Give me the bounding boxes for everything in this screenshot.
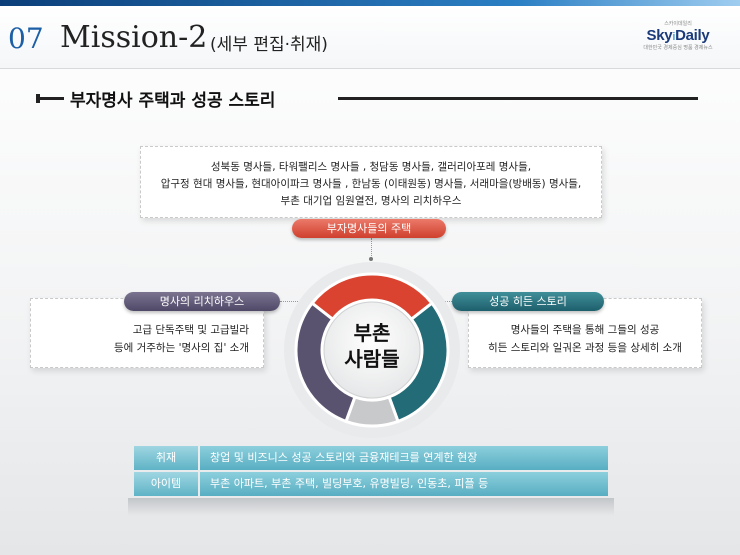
- top-info-box: 성북동 명사들, 타워팰리스 명사들 , 청담동 명사들, 갤러리아포레 명사들…: [140, 146, 602, 218]
- table-reflection: [128, 498, 614, 516]
- logo-tagline: 대한민국 경제중심 명품 경제뉴스: [643, 45, 713, 51]
- table-row-label: 아이템: [134, 472, 198, 496]
- coverage-table: 취재 창업 및 비즈니스 성공 스토리와 금융재테크를 연계한 현장 아이템 부…: [134, 446, 608, 498]
- table-row-label: 취재: [134, 446, 198, 470]
- section-bar-right: [338, 97, 698, 100]
- label-hidden-story: 성공 히든 스토리: [452, 292, 604, 311]
- table-row-value: 부촌 아파트, 부촌 주택, 빌딩부호, 유명빌딩, 인동초, 피플 등: [200, 472, 608, 496]
- left-info-text: 고급 단독주택 및 고급빌라 등에 거주하는 '명사의 집' 소개: [113, 324, 249, 354]
- skydaily-logo: 스카이데일리 SkyiDaily 대한민국 경제중심 명품 경제뉴스: [630, 20, 726, 60]
- table-row-value: 창업 및 비즈니스 성공 스토리와 금융재테크를 연계한 현장: [200, 446, 608, 470]
- label-rich-house: 명사의 리치하우스: [124, 292, 280, 311]
- section-bar-left: [38, 97, 64, 100]
- center-label: 부촌 사람들: [344, 321, 400, 371]
- logo-wordmark: SkyiDaily: [646, 27, 710, 44]
- logo-top-text: 스카이데일리: [664, 21, 692, 27]
- section-title: 부자명사 주택과 성공 스토리: [70, 91, 276, 111]
- mission-subtitle: (세부 편집·취재): [210, 35, 328, 55]
- mission-number: 07: [8, 22, 44, 55]
- label-rich-homes: 부자명사들의 주택: [292, 219, 446, 238]
- mission-title: Mission-2: [60, 20, 208, 55]
- top-info-text: 성북동 명사들, 타워팰리스 명사들 , 청담동 명사들, 갤러리아포레 명사들…: [160, 161, 582, 207]
- slide-header: 07 Mission-2 (세부 편집·취재) 스카이데일리 SkyiDaily…: [0, 6, 740, 69]
- right-info-text: 명사들의 주택을 통해 그들의 성공 히든 스토리와 일궈온 과정 등을 상세히…: [488, 324, 682, 354]
